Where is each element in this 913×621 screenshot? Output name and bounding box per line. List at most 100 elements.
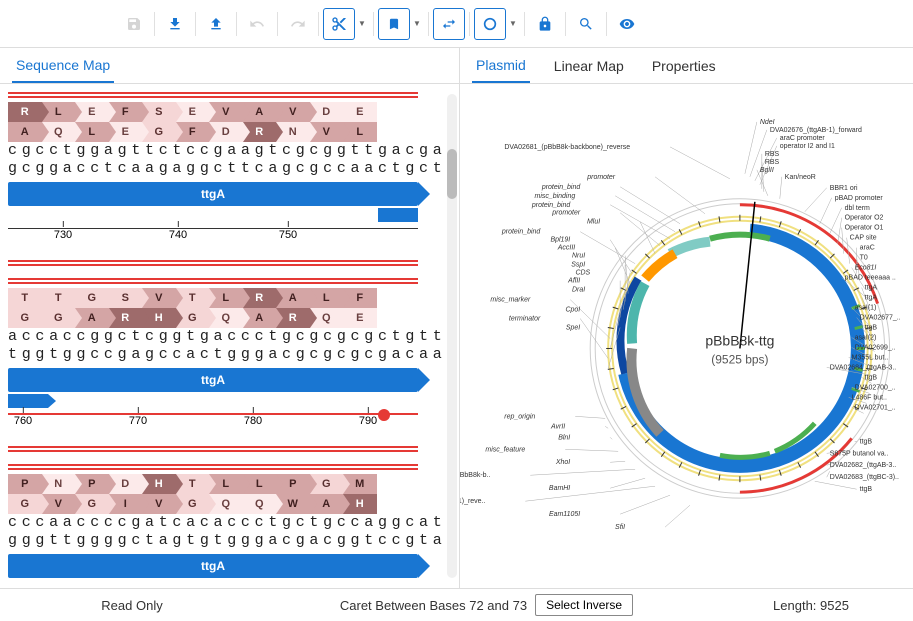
plasmid-view[interactable]: pBbB8k-ttg (9525 bps) DVA02681_(pBbB8k-b… <box>460 84 913 588</box>
feature-label[interactable]: DraI <box>572 287 585 294</box>
cut-dropdown[interactable]: ▼ <box>355 8 369 40</box>
feature-label[interactable]: NruI <box>572 253 585 260</box>
feature-label[interactable]: misc_feature <box>485 446 525 453</box>
feature-label[interactable]: CpoI <box>565 307 580 314</box>
upload-button[interactable] <box>200 8 232 40</box>
feature-label[interactable]: rep_origin <box>504 413 535 420</box>
feature-label[interactable]: protein_bind <box>541 184 581 191</box>
feature-label[interactable]: promoter <box>551 210 581 217</box>
tab-properties[interactable]: Properties <box>648 50 720 82</box>
feature-label[interactable]: ttgB <box>860 486 873 493</box>
circle-button[interactable] <box>474 8 506 40</box>
feature-label[interactable]: AvrII <box>550 423 565 430</box>
aa-row: GVGIVGQQWAH <box>8 494 418 514</box>
sequence-reverse[interactable]: gggttggggctagtgtgggacgacggtccgtac <box>8 532 418 550</box>
feature-bar[interactable]: ttgA <box>8 554 418 578</box>
visibility-button[interactable] <box>611 8 643 40</box>
feature-label[interactable]: NdeI <box>760 119 775 126</box>
feature-label[interactable]: misc_binding <box>535 193 576 200</box>
aa-row: AQLEGFDRNVL <box>8 122 418 142</box>
feature-label[interactable]: RBS <box>765 151 780 158</box>
feature-label[interactable]: Operator O1 <box>845 225 884 232</box>
feature-label[interactable]: pBAD promoter <box>835 195 884 202</box>
feature-label[interactable]: DVA02699_.. <box>855 344 896 351</box>
sequence-reverse[interactable]: tggtggccgagccactgggacgcgcgcgacaag <box>8 346 418 364</box>
feature-label[interactable]: asaI(2) <box>855 334 877 341</box>
feature-label[interactable]: DVA02681_(pBbB8k-backbone)_reverse <box>504 144 630 151</box>
cut-button[interactable] <box>323 8 355 40</box>
scrollbar-thumb[interactable] <box>447 149 457 199</box>
feature-label[interactable]: DVA02677_.. <box>860 315 901 322</box>
feature-label[interactable]: S875P butanol va.. <box>830 450 889 457</box>
feature-label[interactable]: dbl term <box>845 205 870 212</box>
select-inverse-button[interactable]: Select Inverse <box>535 594 633 616</box>
feature-label[interactable]: CDS <box>575 270 590 277</box>
feature-label[interactable]: M355L but.. <box>852 354 889 361</box>
feature-label[interactable]: BglII <box>760 167 774 174</box>
feature-label[interactable]: araC <box>860 245 875 252</box>
feature-label[interactable]: BamHI <box>549 485 570 492</box>
feature-label[interactable]: DVA02683_(ttgBC-3).. <box>830 474 899 481</box>
tab-linear-map[interactable]: Linear Map <box>550 50 628 82</box>
feature-label[interactable]: ttgB <box>865 374 878 381</box>
feature-label[interactable]: DVA02701_.. <box>855 404 896 411</box>
sequence-forward[interactable]: cccaaccccgatcacaccctgctgccaggcatg <box>8 514 418 532</box>
feature-label[interactable]: ttgA <box>865 295 878 302</box>
feature-label[interactable]: Eam1105I <box>549 511 580 518</box>
feature-label[interactable]: protein_bind <box>501 229 541 236</box>
feature-label[interactable]: araC promoter <box>780 135 826 142</box>
feature-label[interactable]: misc_marker <box>490 297 531 304</box>
bookmark-dropdown[interactable]: ▼ <box>410 8 424 40</box>
sequence-reverse[interactable]: gcggacctcaagaggcttcagcgccaactgctc <box>8 160 418 178</box>
feature-label[interactable]: SfiI <box>615 524 625 531</box>
feature-label[interactable]: Bpl19I <box>550 237 570 244</box>
scrollbar[interactable] <box>447 94 457 578</box>
feature-label[interactable]: CAP site <box>850 235 877 242</box>
feature-bar[interactable]: ttgA <box>8 182 418 206</box>
tab-plasmid[interactable]: Plasmid <box>472 49 530 83</box>
feature-label[interactable]: SpeI <box>566 325 580 332</box>
feature-label[interactable]: DVA02676_(ttgAB-1)_forward <box>770 127 862 134</box>
plasmid-name: pBbB8k-ttg <box>705 332 774 348</box>
download-button[interactable] <box>159 8 191 40</box>
feature-label[interactable]: AflII <box>567 278 580 285</box>
feature-label[interactable]: protein_bind <box>531 202 571 209</box>
sequence-forward[interactable]: cgcctggagttctccgaagtcgcggttgacgag <box>8 142 418 160</box>
feature-label[interactable]: DVA02680_(pBbB8k-b.. <box>460 472 490 479</box>
feature-label[interactable]: BlnI <box>558 434 570 441</box>
feature-bar[interactable]: ttgA <box>8 368 418 392</box>
feature-label[interactable]: AccIII <box>557 245 575 252</box>
feature-label[interactable]: MluI <box>587 219 600 226</box>
aa-cell: P <box>8 474 42 494</box>
feature-label[interactable]: RBS <box>765 159 780 166</box>
search-button[interactable] <box>570 8 602 40</box>
swap-button[interactable] <box>433 8 465 40</box>
feature-label[interactable]: DVA02684_(ttgAB-3.. <box>830 364 897 371</box>
feature-label[interactable]: Operator O2 <box>845 215 884 222</box>
sequence-forward[interactable]: accaccggctcggtgaccctgcgcgcgctgttc <box>8 328 418 346</box>
feature-label[interactable]: promoter <box>586 174 616 181</box>
bookmark-button[interactable] <box>378 8 410 40</box>
feature-label[interactable]: ttgB <box>865 325 878 332</box>
lock-button[interactable] <box>529 8 561 40</box>
circle-dropdown[interactable]: ▼ <box>506 8 520 40</box>
feature-label[interactable]: pBAD teeeaaa .. <box>845 275 896 282</box>
feature-label[interactable]: ttgB <box>860 438 873 445</box>
feature-label[interactable]: XhoI <box>555 459 570 466</box>
sequence-content[interactable]: RLEFSEVAVDEAQLEGFDRNVLcgcctggagttctccgaa… <box>0 84 459 588</box>
feature-label[interactable]: DVA02679_(ttgBC-1)_reve.. <box>460 498 485 505</box>
feature-label[interactable]: Eco81I <box>855 265 877 272</box>
marker-dot[interactable] <box>378 409 390 421</box>
feature-label[interactable]: T0 <box>860 255 868 262</box>
feature-label[interactable]: operator I2 and I1 <box>780 143 835 150</box>
feature-label[interactable]: SspI <box>571 262 585 269</box>
tab-sequence-map[interactable]: Sequence Map <box>12 49 114 83</box>
feature-label[interactable]: terminator <box>509 316 541 323</box>
feature-label[interactable]: ttgA <box>865 285 878 292</box>
feature-label[interactable]: Kan/neoR <box>785 174 816 181</box>
feature-label[interactable]: asaI(1) <box>855 305 877 312</box>
feature-label[interactable]: L486F but.. <box>852 394 887 401</box>
feature-label[interactable]: DVA02682_(ttgAB-3.. <box>830 462 897 469</box>
feature-label[interactable]: DVA02700_.. <box>855 384 896 391</box>
feature-label[interactable]: BBR1 ori <box>830 185 858 192</box>
